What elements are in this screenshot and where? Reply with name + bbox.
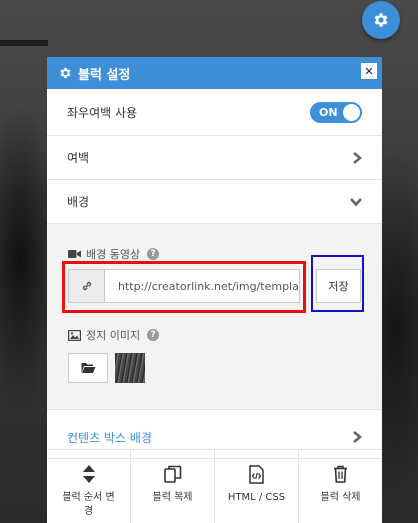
save-button[interactable]: 저장 (316, 269, 361, 303)
background-video-label: 배경 동영상 (86, 248, 141, 261)
image-label-group: 정지 이미지 ? (68, 327, 160, 343)
video-label-group: 배경 동영상 ? (68, 246, 160, 262)
move-block-label: 블럭 순서 변경 (62, 492, 115, 517)
toggle-knob (343, 103, 360, 121)
html-css-button[interactable]: HTML / CSS (215, 450, 299, 523)
gear-icon (58, 66, 72, 80)
link-icon (69, 270, 105, 302)
block-actions-footer: 블럭 순서 변경 블럭 복제 HTML / CSS 블럭 삭제 (47, 449, 382, 523)
move-block-button[interactable]: 블럭 순서 변경 (47, 450, 131, 523)
block-settings-panel: 블럭 설정 ✕ 좌우여백 사용 ON 여백 배경 배경 동영상 ? http:/… (47, 57, 382, 523)
background-settings-section: 배경 동영상 ? 저장 정지 (47, 224, 382, 410)
duplicate-block-button[interactable]: 블럭 복제 (131, 450, 215, 523)
background-label: 배경 (67, 195, 90, 209)
video-url-input[interactable] (105, 270, 299, 302)
code-file-icon (249, 463, 264, 485)
delete-block-button[interactable]: 블럭 삭제 (299, 450, 382, 523)
chevron-right-icon (353, 151, 362, 164)
margin-label: 여백 (67, 151, 90, 165)
content-box-background-label: 컨텐츠 박스 배경 (67, 430, 152, 445)
margin-row[interactable]: 여백 (47, 136, 382, 180)
folder-open-icon (81, 363, 95, 373)
help-icon[interactable]: ? (147, 329, 160, 341)
video-camera-icon (68, 249, 81, 259)
sort-arrows-icon (82, 463, 95, 485)
chevron-right-icon (353, 431, 362, 443)
gear-icon (374, 13, 388, 27)
settings-fab-button[interactable] (362, 1, 400, 39)
picture-icon (68, 329, 81, 341)
duplicate-block-label: 블럭 복제 (152, 492, 193, 503)
folder-open-button[interactable] (68, 353, 108, 383)
background-row[interactable]: 배경 (47, 180, 382, 224)
background-rail (0, 40, 48, 46)
side-margin-toggle[interactable]: ON (310, 101, 362, 123)
toggle-state-label: ON (319, 105, 338, 119)
html-css-label: HTML / CSS (227, 492, 286, 503)
still-image-thumbnail[interactable] (115, 353, 145, 383)
side-margin-row: 좌우여백 사용 ON (47, 89, 382, 136)
panel-title: 블럭 설정 (78, 67, 131, 83)
video-url-group (68, 269, 300, 303)
help-icon[interactable]: ? (147, 248, 160, 260)
delete-block-label: 블럭 삭제 (320, 492, 361, 503)
chevron-down-icon (350, 197, 362, 206)
side-margin-label: 좌우여백 사용 (67, 105, 138, 120)
close-button[interactable]: ✕ (361, 63, 377, 79)
copy-icon (163, 463, 182, 485)
panel-header: 블럭 설정 ✕ (47, 57, 382, 89)
still-image-label: 정지 이미지 (86, 329, 141, 342)
trash-icon (333, 463, 348, 485)
